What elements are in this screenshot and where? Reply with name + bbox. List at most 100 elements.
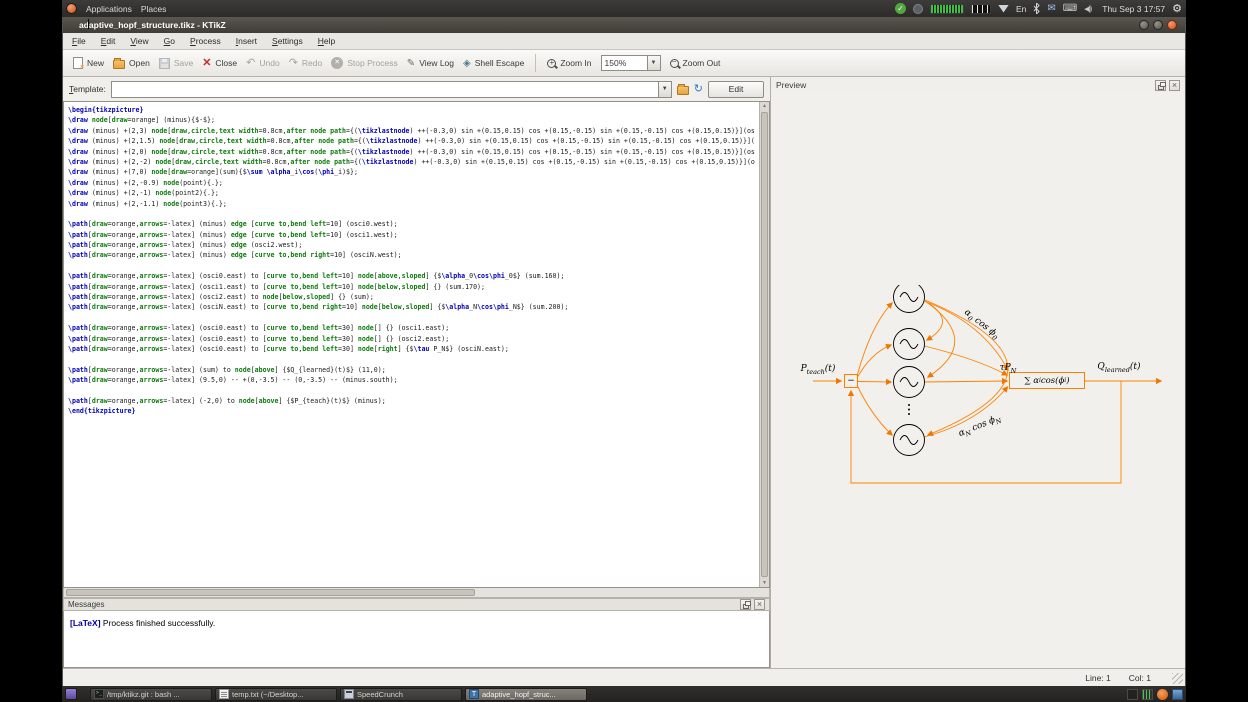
taskbar-window-button[interactable]: /tmp/ktikz.git : bash ...: [90, 688, 212, 701]
new-document-icon: [73, 57, 83, 69]
preview-close-icon[interactable]: [1169, 80, 1180, 91]
taskbar-window-button[interactable]: SpeedCrunch: [340, 688, 462, 701]
template-combobox[interactable]: ▼: [111, 81, 672, 98]
statusbar: Line: 1 Col: 1: [63, 668, 1185, 686]
menu-file[interactable]: File: [72, 36, 86, 46]
taskbar-window-label: temp.txt (~/Desktop...: [232, 690, 303, 699]
messages-detach-icon[interactable]: [740, 599, 751, 610]
zoom-value-field[interactable]: 150%: [601, 55, 647, 71]
scroll-down-arrow-icon[interactable]: ▼: [760, 580, 769, 586]
save-button[interactable]: Save: [159, 58, 193, 69]
preview-canvas[interactable]: − ∑ αi cos(ϕi) Pteach(t) Qlearned(t) τPN…: [771, 93, 1185, 668]
zoom-in-icon: [547, 59, 556, 68]
code-line: \draw node[draw=orange] (minus){$-$};: [68, 115, 755, 125]
taskbar-tray: [1127, 689, 1183, 700]
mail-icon[interactable]: ✉: [1047, 3, 1055, 15]
code-line: \path[draw=orange,arrows=-latex] (9.5,0)…: [68, 375, 755, 385]
menu-edit[interactable]: Edit: [101, 36, 116, 46]
session-gear-icon[interactable]: ⚙: [1172, 3, 1182, 15]
system-monitor-applet[interactable]: [930, 4, 964, 14]
keyboard-layout-indicator[interactable]: En: [1016, 3, 1026, 15]
taskbar-window-button[interactable]: temp.txt (~/Desktop...: [215, 688, 337, 701]
maximize-button[interactable]: [1153, 20, 1163, 30]
show-desktop-button[interactable]: [65, 688, 77, 700]
template-dropdown-button[interactable]: ▼: [658, 81, 672, 98]
open-folder-icon: [113, 60, 125, 69]
zoom-out-label: Zoom Out: [683, 58, 721, 68]
open-button[interactable]: Open: [113, 57, 150, 69]
minimize-button[interactable]: [1139, 20, 1149, 30]
panel-tray: ✓ En ✉ ⌨ ◀)) Thu Sep 3 17:57 ⚙: [895, 3, 1182, 15]
code-line: \begin{tikzpicture}: [68, 105, 755, 115]
horizontal-scroll-thumb[interactable]: [66, 589, 475, 596]
stop-label: Stop Process: [347, 58, 398, 68]
tray-monitor-icon[interactable]: [1142, 689, 1153, 700]
editor-horizontal-scrollbar[interactable]: [63, 588, 770, 598]
zoom-in-button[interactable]: Zoom In: [547, 58, 591, 68]
close-button[interactable]: [1167, 20, 1177, 30]
distro-logo-icon[interactable]: [66, 3, 77, 14]
menu-applications[interactable]: Applications: [86, 4, 132, 14]
editor-vertical-scrollbar[interactable]: ▲ ▼: [759, 102, 769, 587]
cpu-monitor-applet[interactable]: [971, 4, 991, 14]
template-open-folder-icon[interactable]: [677, 86, 689, 95]
updates-ok-icon[interactable]: ✓: [895, 3, 906, 14]
titlebar[interactable]: adaptive_hopf_structure.tikz - KTikZ: [63, 17, 1185, 33]
menu-view[interactable]: View: [130, 36, 148, 46]
resize-grip[interactable]: [1172, 673, 1183, 684]
menu-insert[interactable]: Insert: [236, 36, 257, 46]
code-editor[interactable]: \begin{tikzpicture}\draw node[draw=orang…: [63, 101, 770, 588]
zoom-dropdown-button[interactable]: ▼: [647, 55, 661, 71]
clock[interactable]: Thu Sep 3 17:57: [1102, 4, 1165, 14]
preview-title: Preview: [776, 80, 1152, 90]
view-log-button[interactable]: ✎ View Log: [407, 58, 454, 69]
preview-pane: Preview: [770, 77, 1185, 668]
tray-notification-icon[interactable]: [1157, 689, 1168, 700]
keyboard-icon[interactable]: ⌨: [1063, 3, 1077, 15]
code-line: \path[draw=orange,arrows=-latex] (osci0.…: [68, 334, 755, 344]
stop-process-button[interactable]: ✕ Stop Process: [331, 57, 398, 69]
new-button[interactable]: New: [73, 57, 104, 69]
menu-process[interactable]: Process: [190, 36, 221, 46]
menu-go[interactable]: Go: [164, 36, 175, 46]
menu-help[interactable]: Help: [318, 36, 335, 46]
desktop: Applications Places ✓ En ✉ ⌨ ◀)) Thu Sep…: [62, 0, 1186, 702]
zoom-combobox[interactable]: 150% ▼: [601, 55, 661, 71]
volume-icon[interactable]: ◀)): [1084, 3, 1091, 15]
close-file-button[interactable]: ✕ Close: [202, 57, 237, 69]
wifi-icon[interactable]: [998, 5, 1009, 13]
taskbar-window-label: adaptive_hopf_struc...: [482, 690, 556, 699]
vertical-scroll-thumb[interactable]: [761, 112, 768, 577]
shell-escape-button[interactable]: ◈ Shell Escape: [463, 58, 524, 69]
network-globe-icon[interactable]: [913, 4, 923, 14]
q-learned-label: Qlearned(t): [1085, 362, 1153, 374]
message-tag: [LaTeX]: [70, 618, 101, 628]
template-edit-button[interactable]: Edit: [708, 81, 764, 98]
template-reload-icon[interactable]: ↻: [694, 83, 703, 96]
ktikz-window: adaptive_hopf_structure.tikz - KTikZ Fil…: [62, 17, 1186, 686]
main-area: Template: ▼ ↻ Edit \begin{tikzpicture}\d…: [63, 77, 1185, 668]
scroll-up-arrow-icon[interactable]: ▲: [760, 103, 769, 109]
code-line: \path[draw=orange,arrows=-latex] (osci2.…: [68, 292, 755, 302]
tray-media-icon[interactable]: [1172, 689, 1183, 700]
code-line: \path[draw=orange,arrows=-latex] (osci1.…: [68, 282, 755, 292]
log-pencil-icon: ✎: [407, 58, 415, 69]
open-label: Open: [129, 58, 150, 68]
text-caret: [88, 19, 89, 29]
menu-places[interactable]: Places: [141, 4, 167, 14]
bluetooth-icon[interactable]: [1033, 3, 1040, 15]
undo-button[interactable]: ↶ Undo: [246, 57, 280, 69]
template-value-field[interactable]: [111, 81, 658, 98]
save-floppy-icon: [159, 58, 170, 69]
preview-detach-icon[interactable]: [1155, 80, 1166, 91]
messages-close-icon[interactable]: [754, 599, 765, 610]
menu-settings[interactable]: Settings: [272, 36, 303, 46]
tray-terminal-icon[interactable]: [1127, 689, 1138, 700]
zoom-out-button[interactable]: Zoom Out: [670, 58, 721, 68]
code-line: [68, 354, 755, 364]
top-panel: Applications Places ✓ En ✉ ⌨ ◀)) Thu Sep…: [62, 0, 1186, 17]
message-text: Process finished successfully.: [103, 618, 215, 628]
redo-button[interactable]: ↷ Redo: [289, 57, 323, 69]
taskbar-window-button[interactable]: adaptive_hopf_struc...: [465, 688, 587, 701]
ktikz-icon: [469, 689, 479, 699]
